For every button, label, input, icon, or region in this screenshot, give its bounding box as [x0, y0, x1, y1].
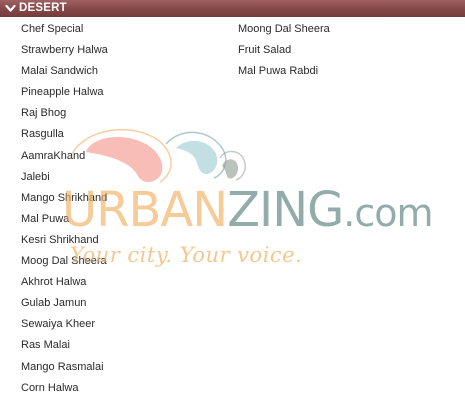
menu-item: Gulab Jamun: [21, 297, 87, 310]
menu-item: Corn Halwa: [21, 381, 79, 394]
menu-list-left: Chef Special Strawberry Halwa Malai Sand…: [21, 20, 108, 400]
menu-item: Mal Puwa Rabdi: [238, 65, 319, 78]
menu-item: Jalebi: [21, 170, 50, 183]
menu-item: Mal Puwa: [21, 212, 70, 225]
section-title: DESERT: [19, 2, 67, 14]
menu-item: Moog Dal Sheera: [21, 255, 107, 268]
menu-item: Ras Malai: [21, 339, 70, 352]
watermark-brand: URBANZING.com: [62, 182, 434, 239]
menu-item: Fruit Salad: [238, 44, 292, 57]
menu-item: Akhrot Halwa: [21, 276, 87, 289]
watermark-brand-suffix: .com: [343, 191, 433, 235]
menu-item: AamraKhand: [21, 149, 86, 162]
menu-item: Strawberry Halwa: [21, 44, 108, 57]
desert-section-header[interactable]: DESERT: [0, 0, 465, 17]
urbanzing-watermark: URBANZING.com Your city. Your voice.: [62, 122, 442, 282]
menu-item: Mango Shrikhand: [21, 191, 108, 204]
menu-item: Pineapple Halwa: [21, 86, 104, 99]
menu-item: Raj Bhog: [21, 107, 67, 120]
menu-item: Sewaiya Kheer: [21, 318, 95, 331]
menu-item: Mango Rasmalai: [21, 360, 104, 373]
menu-item: Rasgulla: [21, 128, 64, 141]
menu-item: Malai Sandwich: [21, 65, 99, 78]
menu-item: Moong Dal Sheera: [238, 23, 330, 35]
menu-item: Chef Special: [21, 23, 84, 35]
menu-list-right: Moong Dal Sheera Fruit Salad Mal Puwa Ra…: [238, 20, 330, 83]
chevron-down-icon[interactable]: [4, 3, 16, 15]
menu-item: Kesri Shrikhand: [21, 233, 99, 246]
watermark-brand-part2: ZING: [227, 182, 344, 238]
